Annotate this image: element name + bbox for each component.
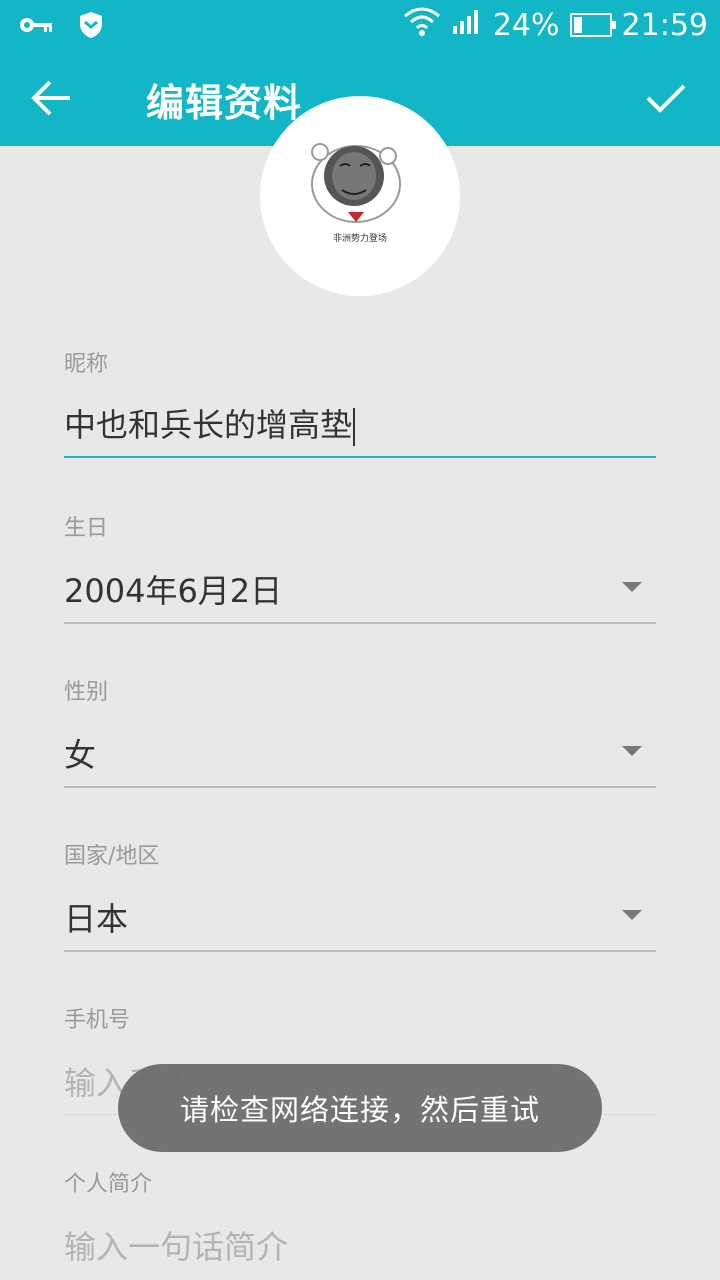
check-icon — [646, 84, 686, 113]
birthday-underline — [64, 622, 656, 624]
nickname-field: 昵称 中也和兵长的增高垫 — [64, 346, 656, 460]
dropdown-arrow-icon — [622, 582, 642, 592]
gender-underline — [64, 786, 656, 788]
arrow-left-icon — [31, 80, 70, 116]
save-button[interactable] — [644, 76, 688, 120]
wifi-icon — [403, 6, 441, 44]
region-label: 国家/地区 — [64, 844, 160, 869]
avatar[interactable]: 非洲势力登场 — [260, 96, 460, 296]
back-button[interactable] — [30, 76, 82, 120]
text-cursor — [353, 408, 356, 446]
clock: 21:59 — [621, 7, 708, 43]
battery-icon — [569, 13, 616, 37]
region-field[interactable]: 国家/地区 日本 — [64, 838, 656, 952]
key-icon — [18, 15, 54, 39]
toast-message: 请检查网络连接，然后重试 — [118, 1064, 602, 1152]
phone-label: 手机号 — [64, 1008, 131, 1033]
battery-level — [573, 17, 582, 33]
dropdown-arrow-icon — [622, 746, 642, 756]
nickname-underline — [64, 456, 656, 458]
page-title: 编辑资料 — [146, 81, 303, 125]
meme-face-image: 非洲势力登场 — [311, 143, 401, 244]
shield-icon — [78, 10, 104, 44]
gender-label: 性别 — [64, 680, 109, 705]
birthday-field[interactable]: 生日 2004年6月2日 — [64, 510, 656, 624]
signal-icon — [451, 6, 483, 44]
avatar-caption: 非洲势力登场 — [333, 232, 387, 244]
nickname-value: 中也和兵长的增高垫 — [64, 406, 353, 444]
bio-input[interactable]: 输入一句话简介 — [64, 1222, 288, 1268]
nickname-label: 昵称 — [64, 352, 109, 377]
dropdown-arrow-icon — [622, 910, 642, 920]
birthday-value: 2004年6月2日 — [64, 572, 283, 610]
region-underline — [64, 950, 656, 952]
status-bar: 24% 21:59 — [0, 0, 720, 50]
region-value: 日本 — [64, 900, 129, 938]
gender-value: 女 — [64, 736, 97, 774]
bio-label: 个人简介 — [64, 1172, 153, 1197]
bio-field: 个人简介 输入一句话简介 — [64, 1166, 656, 1280]
battery-percent: 24% — [492, 7, 560, 43]
birthday-label: 生日 — [64, 516, 109, 541]
gender-field[interactable]: 性别 女 — [64, 674, 656, 788]
nickname-input[interactable]: 中也和兵长的增高垫 — [64, 400, 356, 446]
